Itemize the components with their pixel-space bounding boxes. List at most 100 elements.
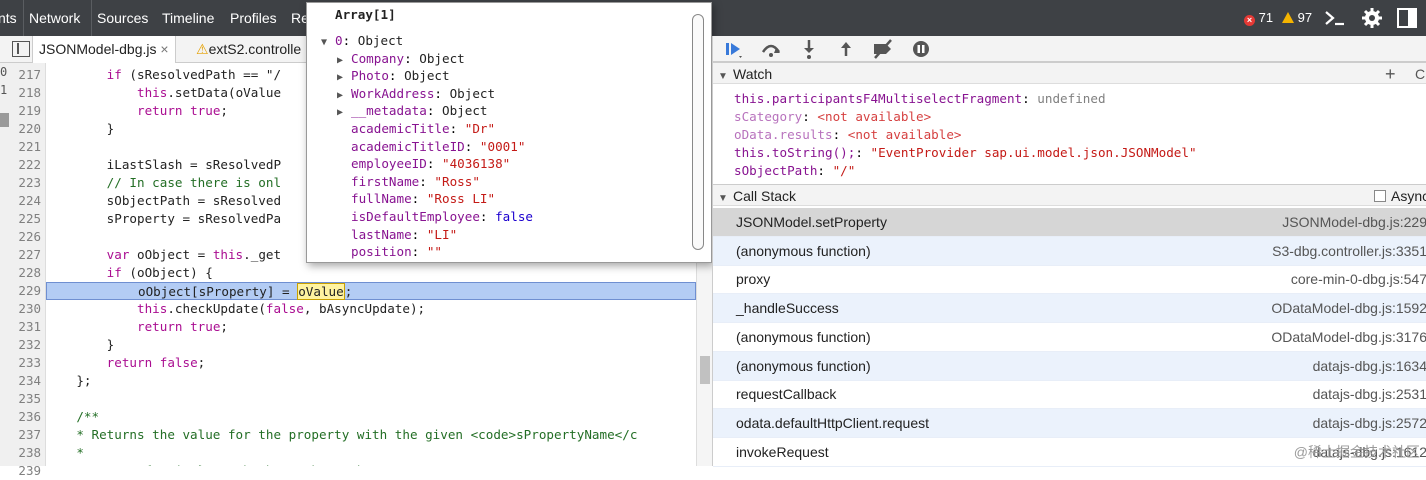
frame-location[interactable]: datajs-dbg.js:2572 (1313, 409, 1426, 438)
callstack-frame[interactable]: (anonymous function) datajs-dbg.js:1634 (713, 351, 1426, 381)
tab-profiles[interactable]: Profiles (225, 0, 282, 36)
deactivate-breakpoints-icon[interactable] (871, 38, 895, 60)
collapse-arrow-icon: ▼ (718, 71, 728, 82)
code-token: // In case there is onl (46, 175, 282, 190)
code-token: .setData(oValue (167, 85, 282, 100)
line-number: 218 (18, 85, 41, 100)
property-key: fullName (351, 191, 412, 207)
warning-icon (1282, 12, 1294, 23)
line-number: 231 (18, 319, 41, 334)
async-checkbox[interactable] (1374, 190, 1386, 202)
settings-gear-icon[interactable] (1361, 7, 1383, 29)
expand-arrow-icon[interactable]: ▼ (321, 34, 335, 52)
popover-property-row: academicTitleID: "0001" (337, 138, 525, 156)
callstack-frame[interactable]: JSONModel.setProperty JSONModel-dbg.js:22… (713, 208, 1426, 237)
popover-scrollbar[interactable] (692, 14, 704, 250)
frame-location[interactable]: JSONModel-dbg.js:229 (1282, 208, 1426, 237)
add-watch-icon[interactable]: + (1385, 63, 1396, 85)
colon: : (426, 156, 442, 172)
property-value: "Dr" (464, 121, 496, 136)
property-key: 0 (335, 33, 343, 48)
pause-on-exceptions-icon[interactable] (909, 38, 933, 60)
code-token: this (212, 247, 244, 262)
watch-expression[interactable]: oData.results: <not available> (734, 126, 961, 144)
frame-location[interactable]: ODataModel-dbg.js:3176 (1271, 323, 1426, 352)
frame-function: proxy (736, 271, 771, 288)
popover-property-row[interactable]: ▶ WorkAddress: Object (337, 85, 495, 103)
watch-section-header[interactable]: ▼ Watch + C (713, 62, 1426, 84)
callstack-frame[interactable]: proxy core-min-0-dbg.js:547 (713, 265, 1426, 295)
property-key: lastName (351, 226, 412, 242)
callstack-frame[interactable]: (anonymous function) S3-dbg.controller.js… (713, 236, 1426, 266)
refresh-watch-icon[interactable]: C (1415, 63, 1425, 85)
step-into-icon[interactable] (797, 38, 821, 60)
watch-value: <not available> (847, 127, 962, 142)
tab-elements[interactable]: nts (0, 0, 22, 36)
step-over-icon[interactable] (759, 38, 783, 60)
file-tab-jsonmodel[interactable]: JSONModel-dbg.js × (32, 36, 176, 63)
callstack-frame[interactable]: _handleSuccess ODataModel-dbg.js:1592 (713, 294, 1426, 324)
callstack-frame[interactable]: requestCallback datajs-dbg.js:2531 (713, 380, 1426, 410)
code-token: (oObject) { (121, 265, 213, 280)
warning-count[interactable]: 97 (1282, 0, 1312, 36)
frame-location[interactable]: datajs-dbg.js:2531 (1313, 380, 1426, 409)
property-key: academicTitle (351, 121, 450, 136)
callstack-frame[interactable]: (anonymous function) ODataModel-dbg.js:31… (713, 323, 1426, 352)
code-token: .checkUpdate( (167, 301, 266, 316)
close-icon[interactable]: × (160, 41, 168, 57)
watch-value: "/" (832, 163, 856, 178)
popover-property-row: isDefaultEmployee: false (337, 208, 533, 226)
callstack-frame[interactable]: odata.defaultHttpClient.request datajs-db… (713, 408, 1426, 438)
popover-title: Array[1] (335, 7, 396, 22)
code-token: false (152, 355, 198, 370)
property-value: Object (449, 85, 496, 101)
code-token: sObjectPath = sResolved (46, 193, 282, 208)
popover-property-row: academicTitle: "Dr" (337, 120, 495, 138)
frame-location[interactable]: S3-dbg.controller.js:3351 (1272, 237, 1426, 266)
colon: : (404, 50, 420, 66)
code-token: } (46, 121, 115, 136)
file-tab-exts2[interactable]: ⚠extS2.controlle (190, 36, 307, 63)
console-drawer-icon[interactable] (1324, 9, 1346, 27)
gutter-stub: 0 1 (0, 65, 8, 97)
navigator-toggle-icon[interactable] (12, 41, 30, 57)
property-value: "4036138" (442, 156, 511, 172)
code-line: if (oObject) { (46, 264, 696, 282)
callstack-section-header[interactable]: ▼ Call Stack Async (713, 184, 1426, 206)
line-number: 221 (18, 139, 41, 154)
popover-property-row[interactable]: ▼ 0: Object (321, 32, 403, 50)
popover-property-row[interactable]: ▶ Company: Object (337, 50, 465, 68)
code-line: * @param {string} sPath the path to the … (46, 462, 696, 466)
scrollbar-thumb[interactable] (700, 356, 710, 384)
watch-expression[interactable]: sObjectPath: "/" (734, 162, 855, 180)
property-value: "Ross LI" (426, 191, 496, 207)
popover-property-row: fullName: "Ross LI" (337, 190, 495, 208)
watch-expression[interactable]: this.participantsF4MultiselectFragment: … (734, 90, 1106, 108)
colon: : (855, 145, 871, 160)
tab-network[interactable]: Network (23, 0, 85, 36)
hovered-token[interactable]: oValue (297, 283, 345, 300)
tab-timeline[interactable]: Timeline (157, 0, 219, 36)
code-token: ; (220, 103, 228, 118)
step-out-icon[interactable] (834, 38, 858, 60)
popover-property-row[interactable]: ▶ Photo: Object (337, 67, 450, 85)
devtools-top-bar: nts Network Sources Timeline Profiles Re… (0, 0, 1426, 36)
line-number: 236 (18, 409, 41, 424)
code-token: return (46, 319, 183, 334)
tab-sources[interactable]: Sources (91, 0, 153, 36)
frame-location[interactable]: core-min-0-dbg.js:547 (1291, 265, 1426, 294)
watch-expression[interactable]: this.toString();: "EventProvider sap.ui.… (734, 144, 1197, 162)
colon: : (426, 103, 442, 119)
frame-location[interactable]: datajs-dbg.js:1634 (1313, 352, 1426, 381)
line-number: 239 (18, 463, 41, 478)
popover-property-row[interactable]: ▶ __metadata: Object (337, 102, 488, 120)
dock-side-icon[interactable] (1396, 7, 1418, 29)
watch-expression[interactable]: sCategory: <not available> (734, 108, 931, 126)
error-count[interactable]: × 71 (1244, 0, 1273, 36)
line-number: 224 (18, 193, 41, 208)
resume-icon[interactable] (721, 38, 745, 60)
colon: : (817, 163, 833, 178)
frame-location[interactable]: ODataModel-dbg.js:1592 (1271, 294, 1426, 323)
current-execution-line: oObject[sProperty] = oValue; (46, 282, 696, 300)
code-token: ; (344, 284, 353, 299)
